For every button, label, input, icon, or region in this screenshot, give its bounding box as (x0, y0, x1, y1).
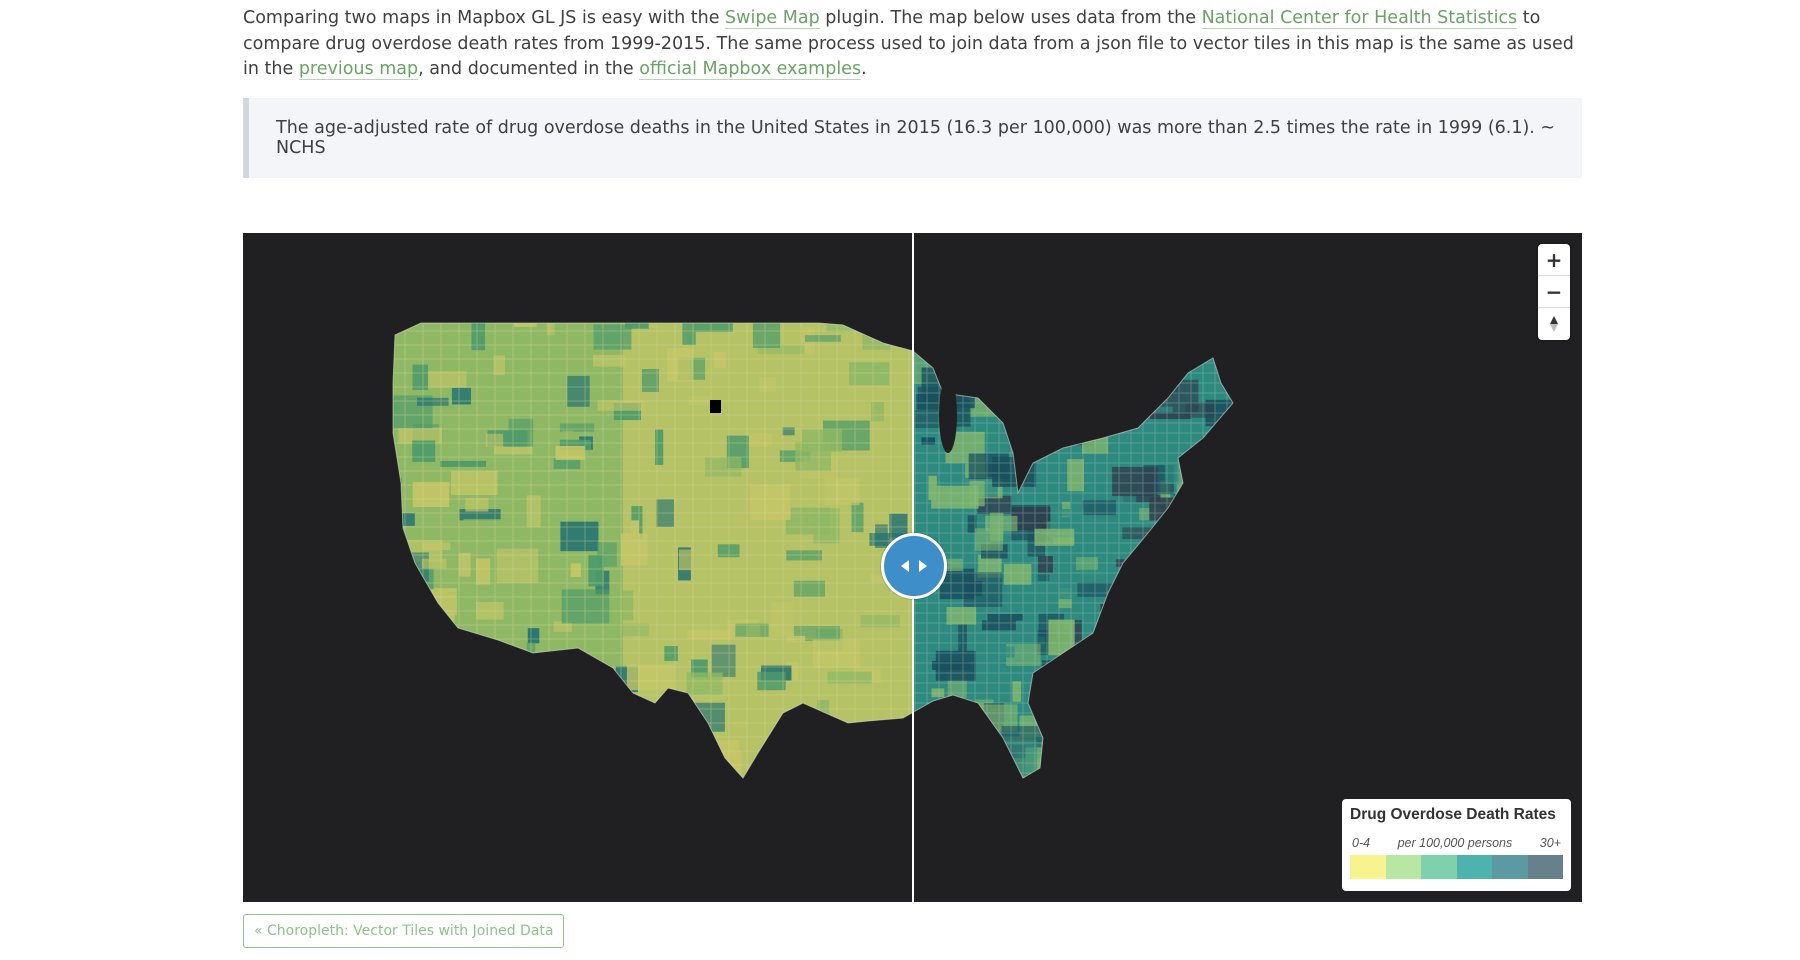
nchs-link[interactable]: National Center for Health Statistics (1201, 8, 1518, 29)
compass-icon (1550, 316, 1558, 332)
swipe-arrows-icon (901, 560, 927, 572)
legend-swatch-4 (1456, 855, 1492, 879)
legend-swatch-2 (1385, 855, 1421, 879)
legend-max-label: 30+ (1539, 836, 1561, 850)
zoom-in-button[interactable]: + (1538, 244, 1570, 276)
mapbox-examples-link[interactable]: official Mapbox examples (639, 59, 862, 80)
intro-text-4: , and documented in the (418, 59, 640, 79)
legend-swatch-5 (1492, 855, 1528, 879)
prev-page-link[interactable]: « Choropleth: Vector Tiles with Joined D… (243, 914, 565, 948)
swipe-map[interactable]: + − Drug Overdose Death Rates 0-4 per 10… (243, 233, 1582, 902)
swipe-map-link[interactable]: Swipe Map (725, 8, 820, 29)
legend-labels: 0-4 per 100,000 persons 30+ (1350, 836, 1563, 850)
nchs-quote: The age-adjusted rate of drug overdose d… (243, 98, 1582, 178)
legend-title: Drug Overdose Death Rates (1350, 806, 1556, 823)
page: Comparing two maps in Mapbox GL JS is ea… (0, 0, 1800, 960)
lake-michigan (939, 377, 957, 453)
compass-button[interactable] (1538, 308, 1570, 340)
legend-swatch-1 (1350, 855, 1386, 879)
legend-swatch-3 (1421, 855, 1457, 879)
intro-paragraph: Comparing two maps in Mapbox GL JS is ea… (243, 6, 1583, 83)
legend-unit-label: per 100,000 persons (1397, 836, 1513, 850)
intro-text-5: . (861, 59, 867, 79)
previous-map-link[interactable]: previous map (298, 59, 419, 80)
swipe-handle[interactable] (881, 533, 947, 599)
quote-text: The age-adjusted rate of drug overdose d… (276, 118, 1556, 158)
zoom-out-button[interactable]: − (1538, 276, 1570, 308)
legend-min-label: 0-4 (1352, 836, 1371, 850)
intro-text-2: plugin. The map below uses data from the (819, 8, 1202, 28)
missing-county (710, 400, 721, 413)
legend-swatch-6 (1527, 855, 1563, 879)
intro-text-1: Comparing two maps in Mapbox GL JS is ea… (243, 8, 726, 28)
map-navigation-control: + − (1538, 244, 1570, 340)
map-1999-side (393, 323, 913, 778)
legend-color-scale (1350, 855, 1563, 879)
legend: Drug Overdose Death Rates 0-4 per 100,00… (1342, 799, 1571, 891)
